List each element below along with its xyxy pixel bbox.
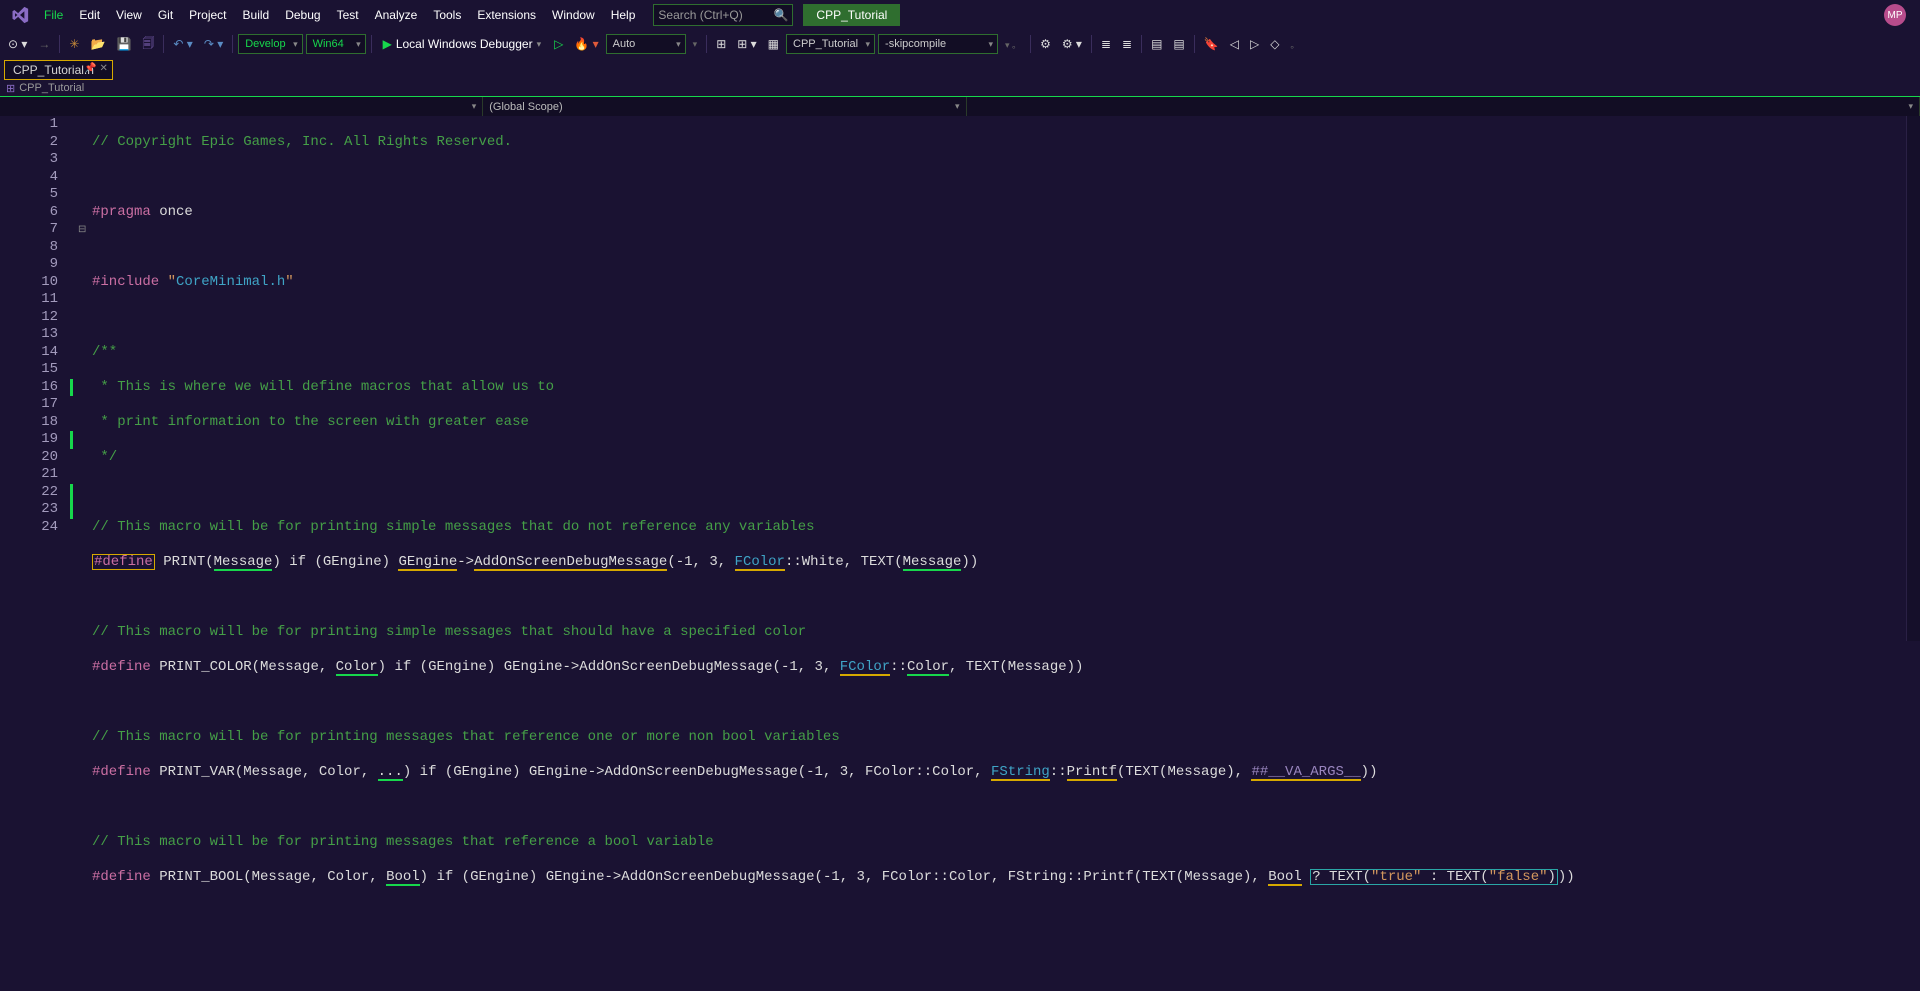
- tool-icon-2[interactable]: ⊞ ▾: [733, 35, 760, 53]
- menu-help[interactable]: Help: [603, 2, 644, 28]
- start-without-debug-icon[interactable]: ▷: [550, 35, 567, 53]
- bookmark-prev-icon[interactable]: ◁: [1226, 35, 1243, 53]
- scope-member[interactable]: [967, 97, 1920, 116]
- search-placeholder: Search (Ctrl+Q): [658, 8, 742, 22]
- menu-analyze[interactable]: Analyze: [367, 2, 426, 28]
- menu-extensions[interactable]: Extensions: [469, 2, 544, 28]
- code-content[interactable]: // Copyright Epic Games, Inc. All Rights…: [92, 116, 1906, 641]
- menu-build[interactable]: Build: [235, 2, 278, 28]
- tool-icon-4[interactable]: ⚙ ▾: [1058, 35, 1086, 53]
- menu-window[interactable]: Window: [544, 2, 603, 28]
- menu-git[interactable]: Git: [150, 2, 181, 28]
- gear-icon[interactable]: ⚙: [1036, 35, 1055, 53]
- menu-bar: File Edit View Git Project Build Debug T…: [0, 0, 1920, 30]
- search-input[interactable]: Search (Ctrl+Q) 🔍: [653, 4, 793, 26]
- nav-forward-button[interactable]: →: [34, 35, 54, 53]
- outdent-icon[interactable]: ≣: [1118, 35, 1136, 53]
- project-icon: ⊞: [6, 82, 15, 95]
- redo-icon[interactable]: ↷ ▾: [200, 35, 227, 53]
- bookmark-next-icon[interactable]: ▷: [1246, 35, 1263, 53]
- uncomment-icon[interactable]: ▤: [1169, 35, 1188, 53]
- debug-label: Local Windows Debugger: [396, 37, 533, 51]
- nav-back-button[interactable]: ⊙ ▾: [4, 35, 31, 53]
- debug-start-button[interactable]: ▶ Local Windows Debugger ▾: [377, 35, 548, 53]
- config-dropdown[interactable]: Develop: [238, 34, 302, 54]
- menu-edit[interactable]: Edit: [71, 2, 108, 28]
- fold-strip: ⊟: [78, 116, 92, 641]
- search-icon: 🔍: [773, 8, 788, 22]
- comment-icon[interactable]: ▤: [1147, 35, 1166, 53]
- menu-debug[interactable]: Debug: [277, 2, 328, 28]
- play-icon: ▶: [383, 37, 392, 51]
- pin-icon[interactable]: 📌 ✕: [84, 63, 108, 74]
- bookmark-icon[interactable]: 🔖: [1200, 35, 1223, 53]
- scope-global[interactable]: (Global Scope): [483, 97, 966, 116]
- project-context-bar: ⊞ CPP_Tutorial: [0, 80, 1920, 96]
- platform-dropdown[interactable]: Win64: [306, 34, 366, 54]
- scope-bar: (Global Scope): [0, 96, 1920, 116]
- build-mode-dropdown[interactable]: Auto: [606, 34, 686, 54]
- vertical-scrollbar[interactable]: [1906, 116, 1920, 641]
- save-all-icon[interactable]: 🗐: [138, 32, 158, 57]
- menu-project[interactable]: Project: [181, 2, 234, 28]
- target-dropdown[interactable]: CPP_Tutorial: [786, 34, 875, 54]
- hot-reload-icon[interactable]: 🔥 ▾: [570, 35, 602, 53]
- scope-project[interactable]: [0, 97, 483, 116]
- project-context-label: CPP_Tutorial: [19, 82, 84, 94]
- save-icon[interactable]: 💾: [112, 35, 135, 53]
- change-indicator-strip: [70, 116, 78, 641]
- menu-tools[interactable]: Tools: [425, 2, 469, 28]
- bookmark-clear-icon[interactable]: ◇: [1266, 35, 1283, 53]
- line-number-gutter: 1 2 3 4 5 6 7 8 9 10 11 12 13 14 15 16 1…: [0, 116, 70, 641]
- menu-test[interactable]: Test: [329, 2, 367, 28]
- toolbar: ⊙ ▾ → ✳ 📂 💾 🗐 ↶ ▾ ↷ ▾ Develop Win64 ▶ Lo…: [0, 30, 1920, 58]
- indent-icon[interactable]: ≣: [1097, 35, 1115, 53]
- menu-file[interactable]: File: [36, 2, 71, 28]
- code-editor[interactable]: 1 2 3 4 5 6 7 8 9 10 11 12 13 14 15 16 1…: [0, 116, 1920, 641]
- undo-icon[interactable]: ↶ ▾: [169, 35, 196, 53]
- menu-view[interactable]: View: [108, 2, 150, 28]
- project-badge[interactable]: CPP_Tutorial: [803, 4, 900, 26]
- new-item-icon[interactable]: ✳: [65, 35, 83, 53]
- open-icon[interactable]: 📂: [86, 35, 109, 53]
- file-tab-label: CPP_Tutorial.h: [13, 63, 94, 77]
- file-tab-active[interactable]: CPP_Tutorial.h 📌 ✕: [4, 60, 113, 80]
- avatar[interactable]: MP: [1884, 4, 1906, 26]
- vs-logo-icon: [10, 5, 30, 25]
- tool-icon-3[interactable]: ▦: [764, 35, 783, 53]
- args-dropdown[interactable]: -skipcompile: [878, 34, 998, 54]
- tab-strip: CPP_Tutorial.h 📌 ✕: [0, 58, 1920, 80]
- tool-icon-1[interactable]: ⊞: [712, 35, 730, 53]
- fold-icon[interactable]: ⊟: [78, 222, 86, 240]
